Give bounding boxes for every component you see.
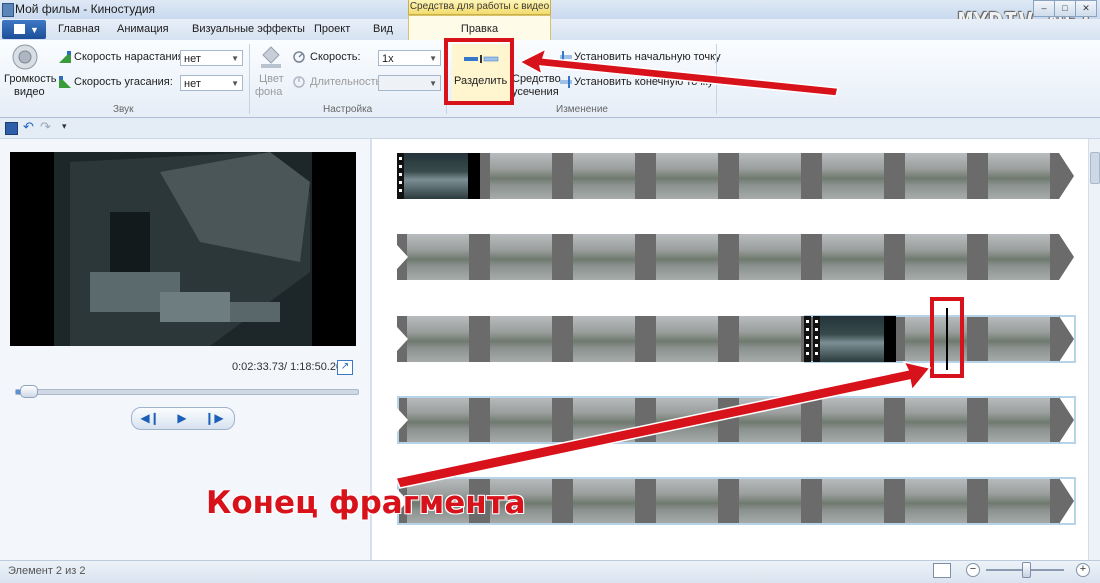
annotation-label: Конец фрагмента — [206, 485, 526, 521]
thumbnail-size-icon[interactable] — [933, 563, 951, 578]
annotation-arrow — [394, 360, 932, 489]
zoom-out-icon[interactable]: − — [966, 563, 980, 577]
zoom-in-icon[interactable]: + — [1076, 563, 1090, 577]
annotation-arrows — [394, 47, 932, 489]
annotation-arrow — [518, 47, 839, 97]
zoom-thumb[interactable] — [1022, 562, 1031, 578]
status-text: Элемент 2 из 2 — [8, 565, 86, 577]
